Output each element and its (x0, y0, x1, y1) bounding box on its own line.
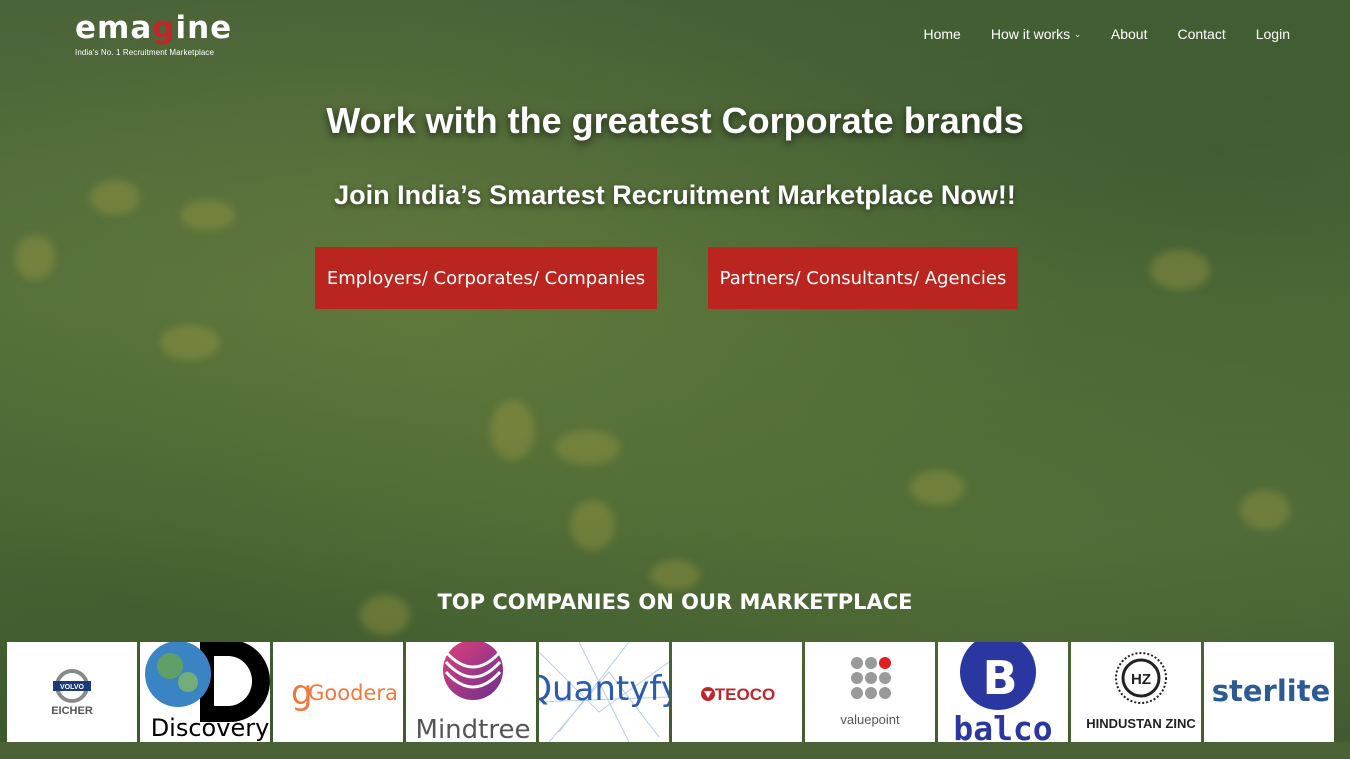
eicher-text: EICHER (51, 705, 93, 717)
teoco-text: TEOCO (715, 685, 775, 704)
mindtree-logo: Mindtree (416, 642, 531, 742)
background-leaf (910, 470, 965, 505)
company-logo-sterlite[interactable]: sterlite (1204, 642, 1334, 742)
logo-tagline: India's No. 1 Recruitment Marketplace (75, 48, 215, 57)
nav-how-it-works[interactable]: How it works ⌄ (991, 26, 1081, 42)
nav-contact[interactable]: Contact (1177, 26, 1225, 42)
sterlite-text: sterlite (1212, 674, 1331, 708)
background-leaf (160, 325, 220, 360)
company-logo-teoco[interactable]: TEOCO (672, 642, 802, 742)
valuepoint-logo: valuepoint (840, 657, 900, 727)
quantyfy-text: Quantyfy (539, 669, 669, 709)
goodera-logo: g Goodera (291, 673, 398, 713)
hero-title: Work with the greatest Corporate brands (326, 100, 1024, 141)
nav-login-label: Login (1255, 26, 1290, 42)
main-nav: Home How it works ⌄ About Contact Login (893, 26, 1290, 42)
hindustan-zinc-mark: HZ (1131, 671, 1151, 688)
background-leaf (570, 500, 615, 550)
bottom-strip (0, 742, 1350, 759)
nav-login[interactable]: Login (1256, 26, 1290, 42)
quantyfy-logo: Quantyfy (539, 642, 669, 742)
valuepoint-text: valuepoint (840, 712, 900, 727)
logo-text-g: g (152, 10, 176, 46)
discovery-logo: Discovery (145, 642, 270, 742)
hero-subtitle: Join India’s Smartest Recruitment Market… (334, 180, 1016, 210)
background-leaf (650, 560, 700, 590)
logo-text-left: ema (75, 10, 153, 46)
site-logo[interactable]: emagine India's No. 1 Recruitment Market… (75, 10, 232, 57)
nav-home-label: Home (923, 26, 961, 42)
background-leaf (15, 235, 55, 280)
balco-text: balco (953, 709, 1052, 742)
company-logo-valuepoint[interactable]: valuepoint (805, 642, 935, 742)
volvo-badge-text: VOLVO (60, 684, 85, 691)
discovery-text: Discovery (151, 714, 270, 742)
teoco-logo: TEOCO (701, 685, 775, 704)
company-logo-discovery[interactable]: Discovery (140, 642, 270, 742)
logo-text-right: ine (175, 10, 233, 46)
nav-how-it-works-label: How it works (990, 26, 1071, 42)
company-logo-goodera[interactable]: g Goodera (273, 642, 403, 742)
company-logo-balco[interactable]: B balco (938, 642, 1068, 742)
nav-about-label: About (1110, 26, 1148, 42)
hindustan-zinc-text: HINDUSTAN ZINC (1086, 716, 1196, 731)
eicher-logo: VOLVO EICHER (51, 669, 93, 717)
hindustan-zinc-logo: HZ HINDUSTAN ZINC (1086, 652, 1196, 731)
partners-button[interactable]: Partners/ Consultants/ Agencies (708, 247, 1018, 309)
background-leaf (1240, 490, 1290, 530)
nav-home[interactable]: Home (923, 26, 960, 42)
company-logo-strip: VOLVO EICHER Discovery g Goodera Mindtre… (7, 642, 1334, 742)
nav-contact-label: Contact (1177, 26, 1226, 42)
employers-button[interactable]: Employers/ Corporates/ Companies (315, 247, 657, 309)
balco-logo: B balco (953, 642, 1053, 742)
background-leaf (555, 430, 620, 465)
company-logo-quantyfy[interactable]: Quantyfy (539, 642, 669, 742)
sterlite-logo: sterlite (1212, 674, 1331, 708)
background-leaf (1150, 250, 1210, 290)
balco-mark: B (982, 651, 1017, 705)
logo-wordmark: emagine (75, 10, 232, 46)
nav-about[interactable]: About (1111, 26, 1148, 42)
company-logo-mindtree[interactable]: Mindtree (406, 642, 536, 742)
companies-heading: TOP COMPANIES ON OUR MARKETPLACE (437, 590, 913, 614)
goodera-text: Goodera (308, 681, 398, 705)
mindtree-text: Mindtree (416, 715, 531, 742)
company-logo-hindustan-zinc[interactable]: HZ HINDUSTAN ZINC (1071, 642, 1201, 742)
company-logo-eicher[interactable]: VOLVO EICHER (7, 642, 137, 742)
chevron-down-icon: ⌄ (1074, 29, 1081, 39)
background-leaf (490, 400, 535, 460)
